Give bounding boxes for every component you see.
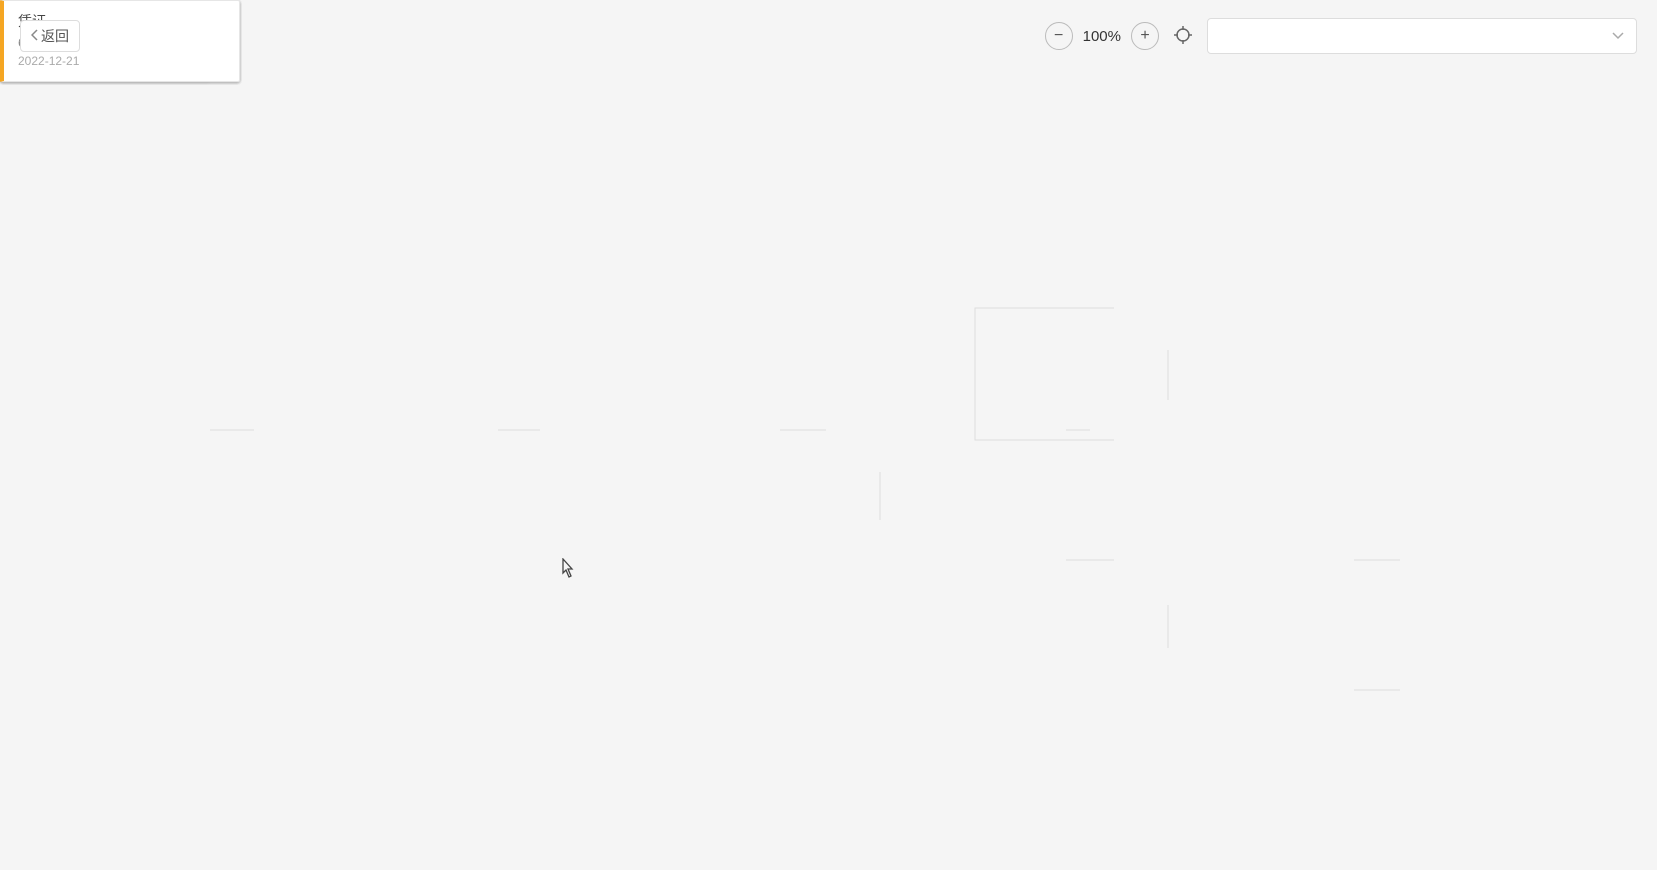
connector-lines [0, 0, 1657, 870]
toolbar: 返回 − 100% + [0, 16, 1657, 56]
minus-icon: − [1054, 27, 1063, 45]
toolbar-right: − 100% + [1045, 18, 1637, 54]
zoom-level: 100% [1083, 28, 1121, 45]
back-label: 返回 [41, 26, 69, 46]
chevron-left-icon [31, 28, 39, 44]
chevron-down-icon [1612, 27, 1624, 45]
target-icon [1173, 25, 1193, 48]
node-date: 2022-12-21 [18, 54, 225, 68]
plus-icon: + [1140, 27, 1149, 45]
recenter-button[interactable] [1169, 22, 1197, 50]
cursor-icon [557, 558, 575, 585]
zoom-in-button[interactable]: + [1131, 22, 1159, 50]
back-button[interactable]: 返回 [20, 20, 80, 52]
flow-canvas[interactable]: 购单 02212210001 2-12-21 采购订单 CGDD00002212… [0, 0, 1657, 870]
zoom-out-button[interactable]: − [1045, 22, 1073, 50]
filter-dropdown[interactable] [1207, 18, 1637, 54]
